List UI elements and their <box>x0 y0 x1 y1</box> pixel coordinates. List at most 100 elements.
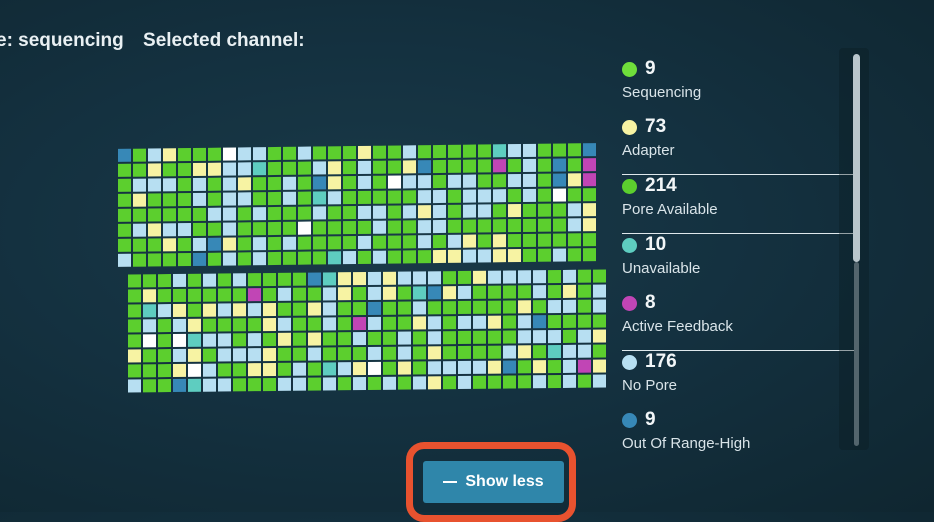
channel-cell-pore-available[interactable] <box>158 334 171 348</box>
channel-cell-no-pore[interactable] <box>563 269 576 283</box>
channel-cell-empty[interactable] <box>388 175 401 189</box>
channel-cell-pore-available[interactable] <box>508 158 521 173</box>
channel-cell-pore-available[interactable] <box>343 191 356 205</box>
channel-cell-pore-available[interactable] <box>343 236 356 250</box>
channel-cell-out-of-range-high[interactable] <box>533 315 546 329</box>
channel-cell-empty[interactable] <box>298 221 311 235</box>
channel-cell-out-of-range-high[interactable] <box>428 286 441 300</box>
channel-cell-pore-available[interactable] <box>148 253 161 267</box>
channel-cell-unavailable[interactable] <box>413 286 426 300</box>
channel-cell-no-pore[interactable] <box>413 271 426 285</box>
channel-cell-pore-available[interactable] <box>353 287 366 301</box>
channel-cell-no-pore[interactable] <box>563 359 576 373</box>
channel-cell-pore-available[interactable] <box>208 177 221 191</box>
channel-cell-no-pore[interactable] <box>593 299 606 313</box>
channel-cell-pore-available[interactable] <box>358 190 371 204</box>
channel-cell-empty[interactable] <box>553 188 566 202</box>
channel-cell-pore-available[interactable] <box>518 285 531 299</box>
channel-cell-pore-available[interactable] <box>538 203 551 217</box>
channel-cell-no-pore[interactable] <box>283 236 296 250</box>
channel-cell-out-of-range-high[interactable] <box>418 160 431 174</box>
channel-cell-no-pore[interactable] <box>533 270 546 284</box>
channel-cell-pore-available[interactable] <box>128 364 141 378</box>
channel-cell-pore-available[interactable] <box>418 250 431 264</box>
channel-cell-pore-available[interactable] <box>248 273 261 287</box>
channel-cell-pore-available[interactable] <box>278 347 291 361</box>
channel-cell-no-pore[interactable] <box>548 299 561 314</box>
channel-cell-pore-available[interactable] <box>388 235 401 249</box>
channel-cell-pore-available[interactable] <box>443 301 456 315</box>
channel-cell-no-pore[interactable] <box>278 317 291 331</box>
channel-cell-pore-available[interactable] <box>503 375 516 389</box>
channel-cell-pore-available[interactable] <box>158 379 171 393</box>
channel-cell-no-pore[interactable] <box>398 346 411 360</box>
channel-cell-no-pore[interactable] <box>368 346 381 360</box>
channel-cell-adapter[interactable] <box>308 332 321 346</box>
channel-cell-pore-available[interactable] <box>293 302 306 316</box>
channel-cell-pore-available[interactable] <box>343 221 356 235</box>
channel-cell-no-pore[interactable] <box>128 379 141 393</box>
scrollbar-thumb[interactable] <box>853 54 860 262</box>
channel-cell-pore-available[interactable] <box>373 175 386 189</box>
channel-cell-pore-available[interactable] <box>373 145 386 159</box>
channel-cell-no-pore[interactable] <box>578 344 591 358</box>
channel-cell-unavailable[interactable] <box>323 272 336 286</box>
channel-cell-pore-available[interactable] <box>148 193 161 207</box>
channel-cell-pore-available[interactable] <box>388 160 401 174</box>
channel-cell-pore-available[interactable] <box>583 188 596 202</box>
channel-cell-pore-available[interactable] <box>313 251 326 265</box>
channel-cell-pore-available[interactable] <box>163 253 176 267</box>
channel-cell-pore-available[interactable] <box>203 318 216 332</box>
channel-cell-adapter[interactable] <box>148 163 161 177</box>
channel-cell-adapter[interactable] <box>188 348 201 362</box>
channel-cell-pore-available[interactable] <box>428 301 441 315</box>
channel-cell-no-pore[interactable] <box>143 319 156 333</box>
channel-cell-pore-available[interactable] <box>193 207 206 222</box>
channel-cell-pore-available[interactable] <box>143 274 156 288</box>
channel-cell-no-pore[interactable] <box>403 205 416 219</box>
channel-cell-pore-available[interactable] <box>503 315 516 329</box>
channel-cell-no-pore[interactable] <box>293 377 306 391</box>
channel-cell-pore-available[interactable] <box>478 159 491 173</box>
channel-cell-pore-available[interactable] <box>298 251 311 265</box>
channel-cell-out-of-range-high[interactable] <box>313 176 326 190</box>
channel-cell-no-pore[interactable] <box>223 207 236 221</box>
channel-cell-active-feedback[interactable] <box>578 359 591 373</box>
channel-cell-pore-available[interactable] <box>193 222 206 237</box>
channel-cell-pore-available[interactable] <box>188 288 201 302</box>
channel-cell-pore-available[interactable] <box>278 302 291 316</box>
channel-cell-pore-available[interactable] <box>343 161 356 175</box>
channel-cell-adapter[interactable] <box>248 363 261 377</box>
channel-cell-pore-available[interactable] <box>218 363 231 377</box>
channel-cell-pore-available[interactable] <box>343 176 356 190</box>
channel-cell-pore-available[interactable] <box>358 250 371 264</box>
channel-cell-active-feedback[interactable] <box>583 173 596 187</box>
channel-cell-no-pore[interactable] <box>133 178 146 192</box>
channel-cell-no-pore[interactable] <box>173 348 186 363</box>
channel-cell-adapter[interactable] <box>173 363 186 378</box>
channel-cell-no-pore[interactable] <box>248 348 261 362</box>
scrollbar-track[interactable] <box>854 262 859 446</box>
channel-cell-pore-available[interactable] <box>548 314 561 329</box>
channel-cell-no-pore[interactable] <box>458 285 471 300</box>
channel-cell-adapter[interactable] <box>508 203 521 218</box>
channel-cell-out-of-range-high[interactable] <box>503 360 516 374</box>
channel-cell-pore-available[interactable] <box>298 236 311 250</box>
channel-cell-active-feedback[interactable] <box>493 159 506 173</box>
channel-cell-pore-available[interactable] <box>473 345 486 359</box>
channel-cell-pore-available[interactable] <box>373 190 386 204</box>
channel-cell-pore-available[interactable] <box>448 204 461 218</box>
channel-cell-no-pore[interactable] <box>463 189 476 203</box>
channel-cell-adapter[interactable] <box>133 193 146 207</box>
channel-cell-no-pore[interactable] <box>203 378 216 392</box>
channel-cell-adapter[interactable] <box>358 145 371 159</box>
channel-cell-pore-available[interactable] <box>263 272 276 287</box>
channel-cell-pore-available[interactable] <box>433 174 446 189</box>
channel-cell-pore-available[interactable] <box>458 300 471 315</box>
channel-cell-pore-available[interactable] <box>268 206 281 221</box>
channel-cell-pore-available[interactable] <box>218 318 231 332</box>
channel-cell-out-of-range-high[interactable] <box>118 148 131 162</box>
channel-cell-pore-available[interactable] <box>383 361 396 375</box>
channel-cell-no-pore[interactable] <box>473 360 486 374</box>
channel-cell-no-pore[interactable] <box>218 348 231 362</box>
